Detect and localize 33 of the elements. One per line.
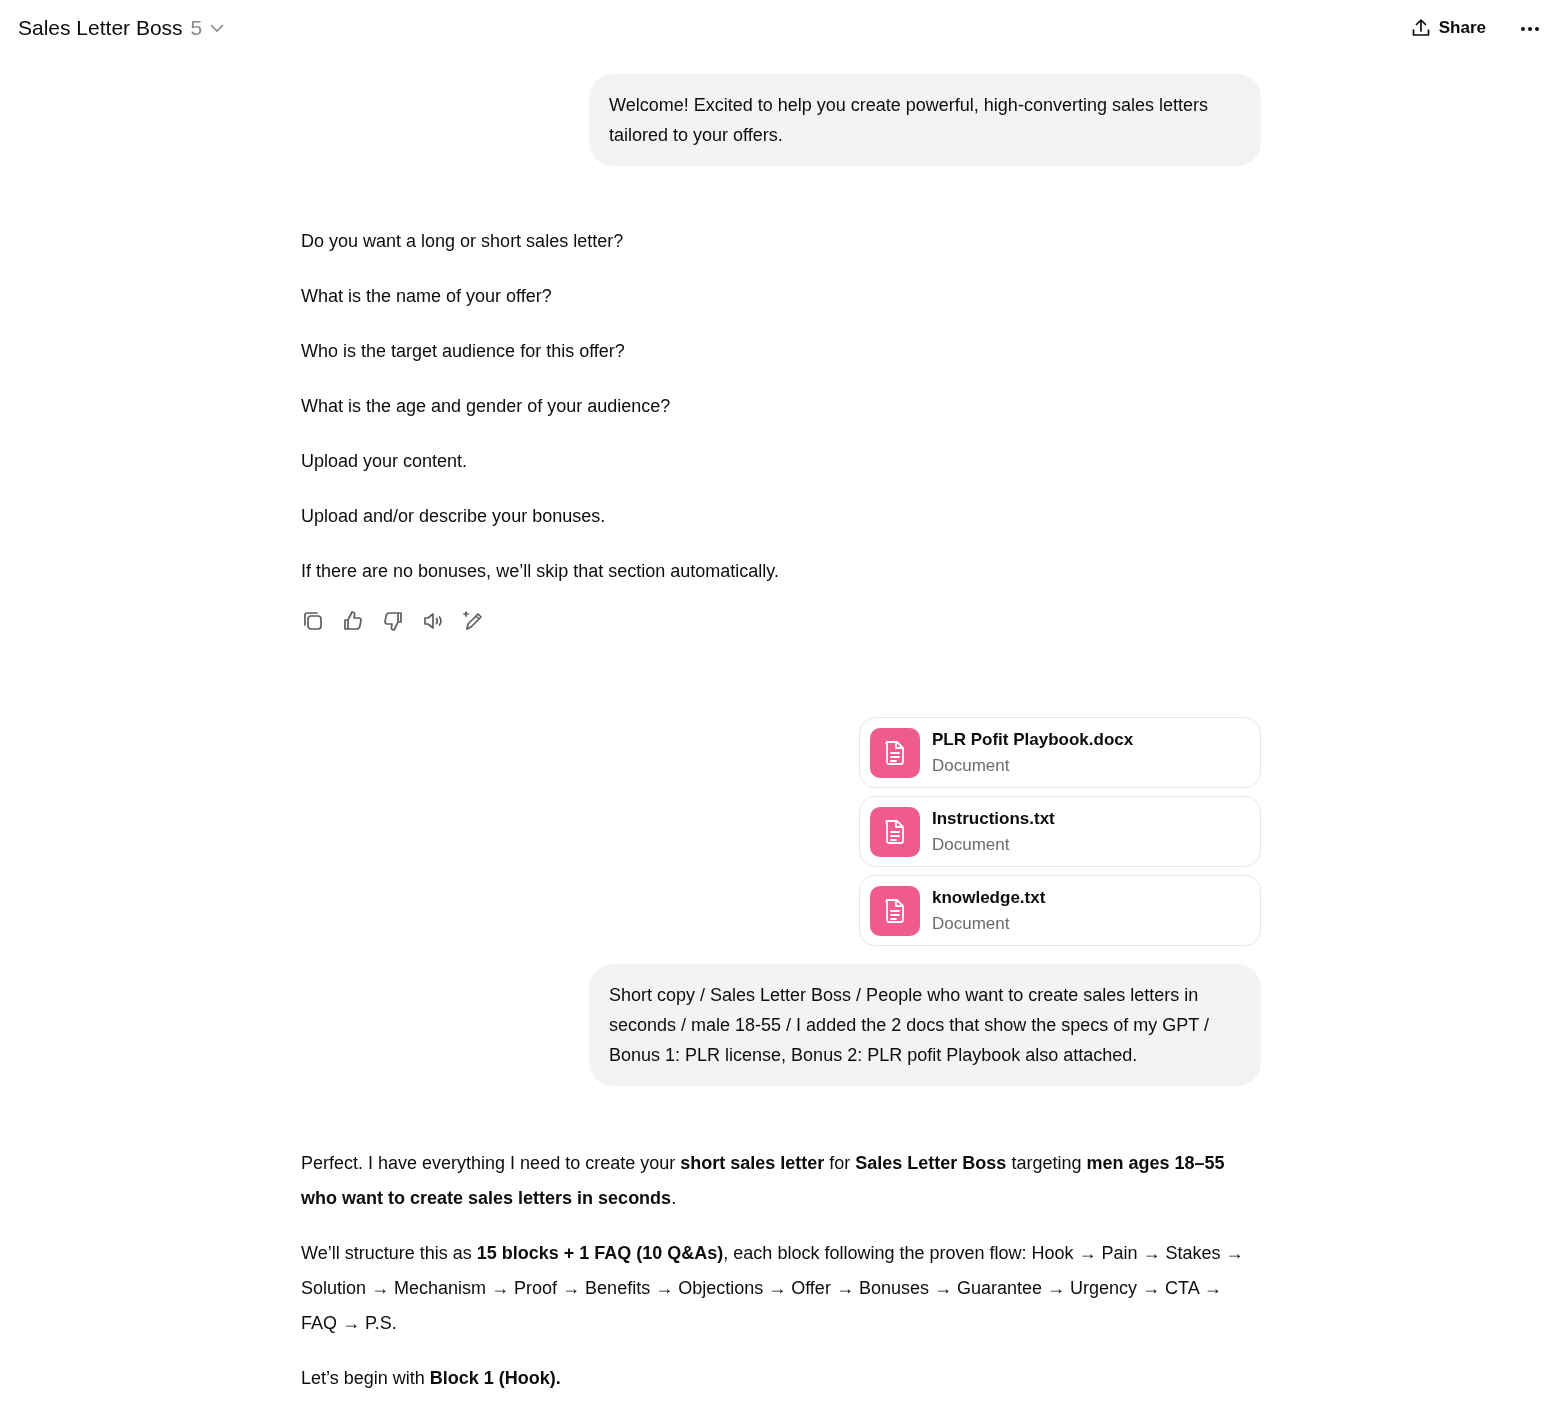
file-attachment[interactable]: PLR Pofit Playbook.docx Document bbox=[859, 717, 1261, 788]
message-text: Do you want a long or short sales letter? bbox=[301, 230, 625, 253]
document-icon bbox=[870, 806, 920, 857]
file-name: Instructions.txt bbox=[932, 808, 1055, 830]
document-icon bbox=[870, 727, 920, 778]
message-text: We’ll structure this as 15 blocks + 1 FAQ (10 Q&As), each block following the proven flow: Hook → Pain → Stakes → Solution → Mechanism → Proof → Benefits → Objections → Offer → Bonuses → Guarantee → Urgency → CTA → FAQ → P.S. bbox=[301, 1242, 1245, 1335]
message-text: Let’s begin with Block 1 (Hook). bbox=[301, 1367, 562, 1390]
copy-button[interactable] bbox=[301, 609, 325, 633]
pencil-button[interactable] bbox=[461, 609, 485, 633]
message-text: Perfect. I have everything I need to create your short sales letter for Sales Letter Boss targeting men ages 18–55 who want to create sales letters in seconds. bbox=[301, 1152, 1226, 1210]
thumbs-up-button[interactable] bbox=[341, 609, 365, 633]
file-type: Document bbox=[932, 912, 1011, 935]
model-selector[interactable]: Sales Letter Boss 5 bbox=[18, 12, 225, 44]
message-text: Upload your content. bbox=[301, 450, 469, 473]
thumbs-down-button[interactable] bbox=[381, 609, 405, 633]
file-type: Document bbox=[932, 754, 1011, 777]
message-text: Who is the target audience for this offer? bbox=[301, 340, 626, 363]
file-type: Document bbox=[932, 833, 1011, 856]
file-name: PLR Pofit Playbook.docx bbox=[932, 729, 1134, 751]
share-button[interactable]: Share bbox=[1404, 14, 1492, 42]
document-icon bbox=[870, 885, 920, 936]
upload-icon bbox=[1410, 18, 1431, 38]
user-message: Short copy / Sales Letter Boss / People who want to create sales letters in seconds / male 18-55 / I added the 2 docs that show the specs of my GPT / Bonus 1: PLR license, Bonus 2: PLR pofit Playbook also attached. bbox=[589, 964, 1261, 1086]
message-text: What is the name of your offer? bbox=[301, 285, 553, 308]
message-text: If there are no bonuses, we’ll skip that section automatically. bbox=[301, 560, 780, 583]
file-name: knowledge.txt bbox=[932, 887, 1046, 909]
user-message: Welcome! Excited to help you create powerful, high-converting sales letters tailored to your offers. bbox=[589, 74, 1261, 166]
more-icon bbox=[1520, 25, 1540, 32]
file-attachment[interactable]: Instructions.txt Document bbox=[859, 796, 1261, 867]
file-attachment[interactable]: knowledge.txt Document bbox=[859, 875, 1261, 946]
message-text: What is the age and gender of your audience? bbox=[301, 395, 672, 418]
chevron-down-icon bbox=[210, 23, 225, 33]
message-text: Upload and/or describe your bonuses. bbox=[301, 505, 607, 528]
